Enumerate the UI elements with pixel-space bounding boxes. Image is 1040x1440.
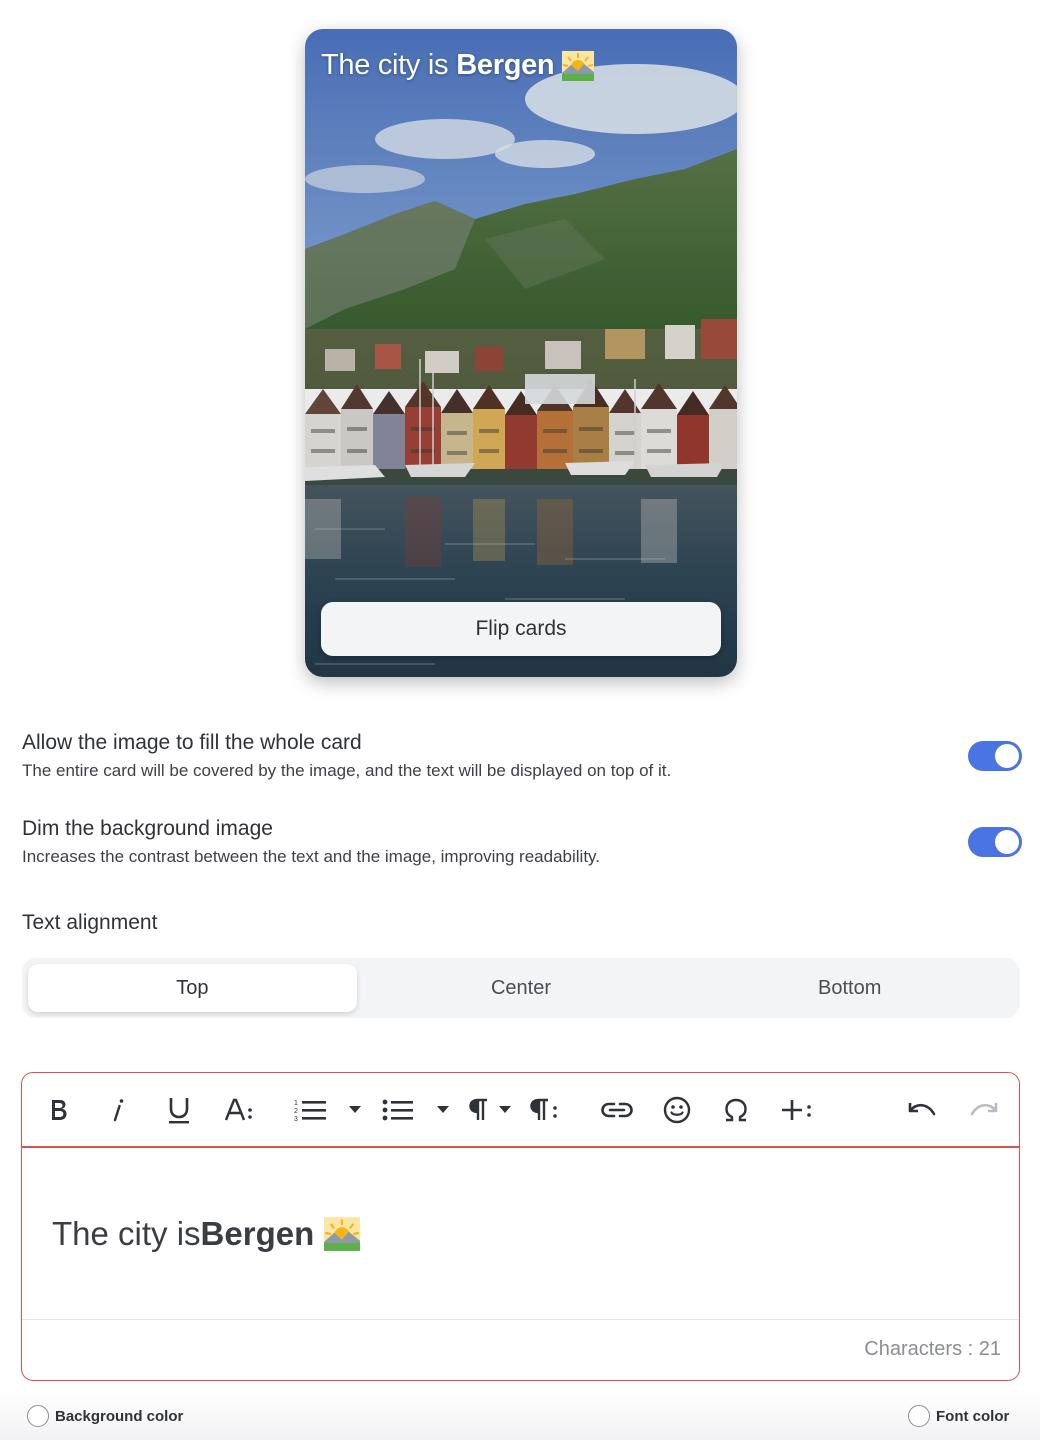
- setting-dim-image-title: Dim the background image: [22, 817, 273, 840]
- background-color-picker[interactable]: Background color: [27, 1405, 183, 1427]
- chevron-down-icon[interactable]: [436, 1091, 450, 1129]
- editor-text-bold: Bergen: [200, 1215, 315, 1252]
- paragraph-format-icon[interactable]: [468, 1091, 490, 1129]
- emoji-icon[interactable]: [662, 1091, 692, 1129]
- flip-cards-button[interactable]: Flip cards: [321, 602, 721, 656]
- text-alignment-label: Text alignment: [22, 911, 158, 934]
- sunrise-over-mountains-icon: [324, 1217, 361, 1251]
- font-color-picker[interactable]: Font color: [908, 1405, 1009, 1427]
- background-color-label: Background color: [55, 1407, 184, 1425]
- bold-icon[interactable]: [46, 1091, 72, 1129]
- card-title: The city is Bergen: [321, 49, 595, 82]
- editor-toolbar: 123: [22, 1073, 1019, 1148]
- card-background-image: [305, 29, 737, 677]
- setting-dim-image: Dim the background image Increases the c…: [22, 817, 1022, 867]
- alignment-option-bottom[interactable]: Bottom: [685, 964, 1014, 1012]
- toggle-knob: [995, 830, 1019, 854]
- special-character-icon[interactable]: [722, 1091, 750, 1129]
- card-preview: The city is Bergen Flip cards: [305, 29, 737, 677]
- sunrise-over-mountains-icon: [562, 50, 595, 81]
- toggle-knob: [995, 744, 1019, 768]
- alignment-option-center[interactable]: Center: [357, 964, 686, 1012]
- font-color-label: Font color: [936, 1407, 1010, 1425]
- character-count: Characters : 21: [864, 1338, 1001, 1360]
- underline-icon[interactable]: [166, 1091, 192, 1129]
- editor-content[interactable]: The city is Bergen: [52, 1215, 361, 1253]
- setting-fill-image: Allow the image to fill the whole card T…: [22, 731, 1022, 781]
- svg-text:3: 3: [294, 1116, 298, 1123]
- text-alignment-segmented-control: Top Center Bottom: [22, 958, 1020, 1018]
- redo-icon[interactable]: [968, 1091, 1000, 1129]
- italic-icon[interactable]: [108, 1091, 128, 1129]
- link-icon[interactable]: [600, 1091, 634, 1129]
- editor-footer: Characters : 21: [22, 1319, 1019, 1380]
- alignment-option-top[interactable]: Top: [28, 964, 357, 1012]
- editor-text-prefix: The city is: [52, 1215, 201, 1252]
- insert-more-icon[interactable]: [780, 1091, 814, 1129]
- fill-image-toggle[interactable]: [968, 741, 1022, 771]
- background-color-swatch[interactable]: [27, 1405, 49, 1427]
- svg-text:1: 1: [294, 1100, 298, 1107]
- paragraph-style-icon[interactable]: [530, 1091, 560, 1129]
- font-color-swatch[interactable]: [908, 1405, 930, 1427]
- font-size-icon[interactable]: [224, 1091, 256, 1129]
- svg-text:2: 2: [294, 1108, 298, 1115]
- card-title-bold: Bergen: [456, 49, 555, 81]
- chevron-down-icon[interactable]: [348, 1091, 362, 1129]
- setting-fill-image-description: The entire card will be covered by the i…: [22, 761, 672, 780]
- ordered-list-icon[interactable]: 123: [294, 1091, 328, 1129]
- dim-image-toggle[interactable]: [968, 827, 1022, 857]
- undo-icon[interactable]: [906, 1091, 938, 1129]
- setting-dim-image-description: Increases the contrast between the text …: [22, 847, 601, 866]
- unordered-list-icon[interactable]: [382, 1091, 414, 1129]
- card-title-prefix: The city is: [321, 49, 449, 81]
- setting-fill-image-title: Allow the image to fill the whole card: [22, 731, 362, 754]
- rich-text-editor: 123 The city is Bergen Characters: 21: [21, 1072, 1020, 1381]
- chevron-down-icon[interactable]: [498, 1091, 512, 1129]
